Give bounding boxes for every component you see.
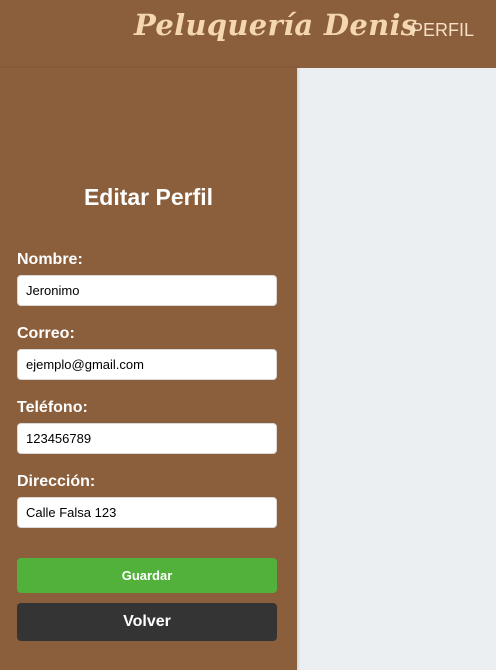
phone-label: Teléfono: [17, 399, 88, 416]
main-content-area [297, 68, 496, 670]
email-input[interactable] [17, 349, 277, 380]
phone-input[interactable] [17, 423, 277, 454]
app-header: Peluquería Denis PERFIL [0, 0, 496, 68]
name-label: Nombre: [17, 251, 83, 268]
name-input[interactable] [17, 275, 277, 306]
email-label: Correo: [17, 325, 75, 342]
brand-logo: Peluquería Denis [134, 8, 418, 42]
page-title: Editar Perfil [83, 184, 214, 210]
address-label: Dirección: [17, 473, 96, 490]
edit-profile-panel: Editar Perfil Nombre: Correo: Teléfono: … [0, 68, 297, 670]
address-input[interactable] [17, 497, 277, 528]
nav-link-perfil[interactable]: PERFIL [411, 20, 474, 41]
save-button[interactable]: Guardar [17, 558, 277, 593]
back-button[interactable]: Volver [17, 603, 277, 641]
